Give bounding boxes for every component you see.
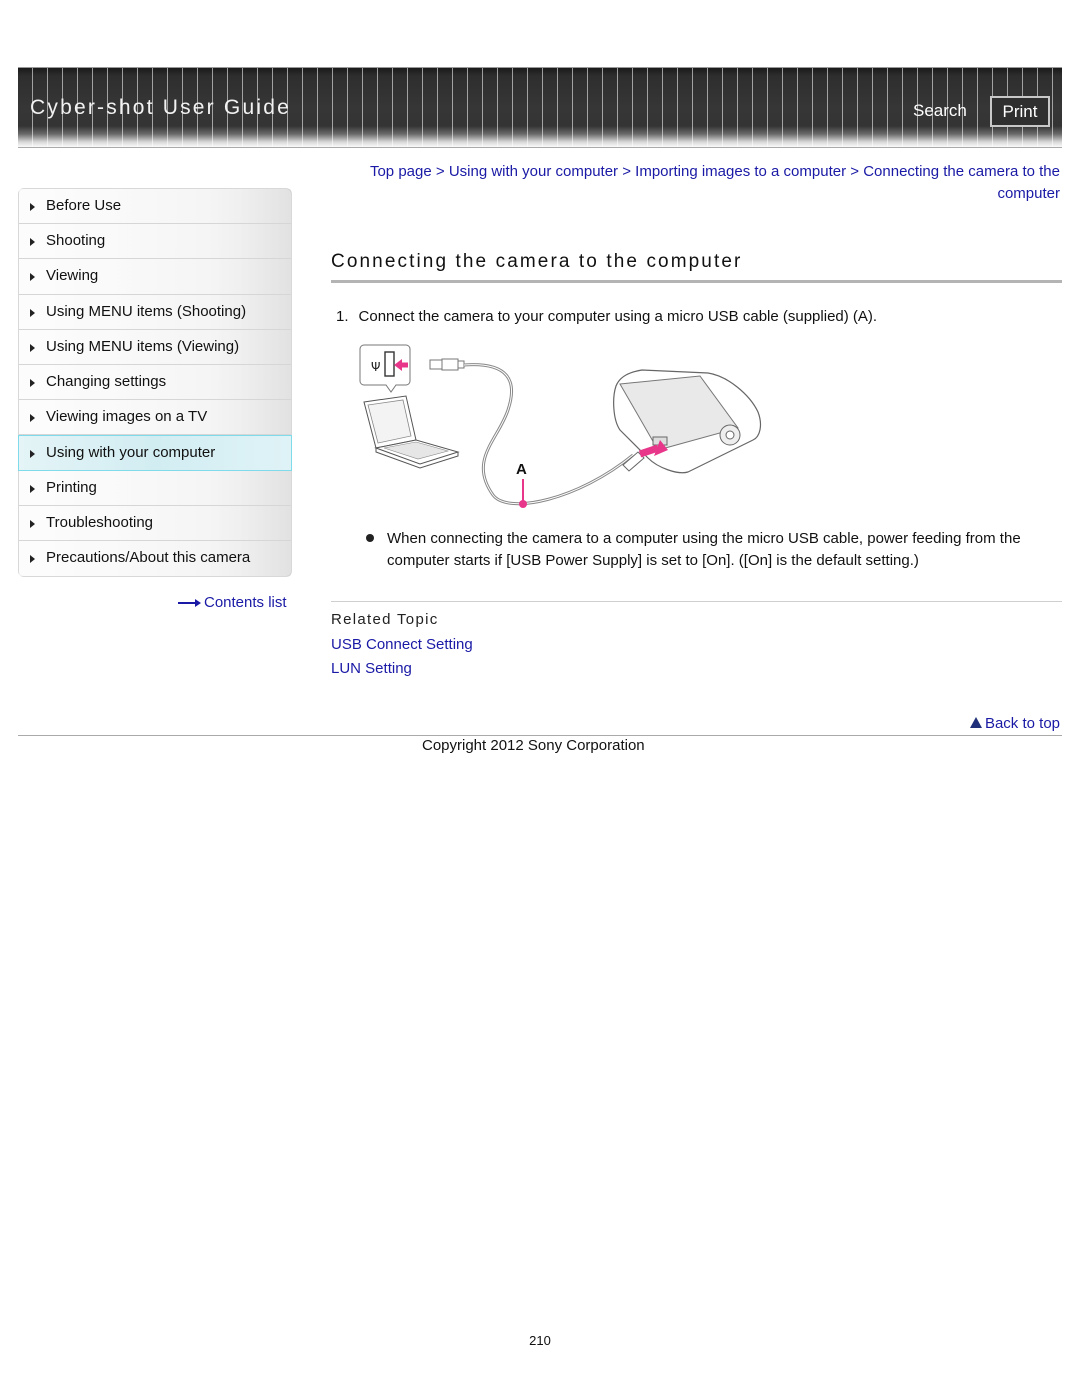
usb-connection-illustration: Ψ A [359, 344, 762, 508]
sidebar-item-label: Changing settings [46, 372, 167, 390]
sidebar-item-before-use[interactable]: Before Use [19, 189, 291, 225]
triangle-up-icon [969, 717, 982, 728]
sidebar-item-label: Using MENU items (Viewing) [46, 337, 240, 355]
breadcrumb-importing-images[interactable]: Importing images to a computer [635, 163, 846, 180]
breadcrumb: Top page > Using with your computer > Im… [340, 161, 1060, 204]
footer-divider [18, 735, 1062, 736]
breadcrumb-top-page[interactable]: Top page [370, 163, 432, 180]
breadcrumb-using-computer[interactable]: Using with your computer [449, 163, 618, 180]
caret-right-icon [30, 203, 35, 211]
sidebar-item-changing-settings[interactable]: Changing settings [19, 364, 291, 401]
sidebar-nav: Before Use Shooting Viewing Using MENU i… [18, 188, 292, 578]
usb-cable [463, 363, 634, 506]
callout-a-label: A [516, 461, 527, 478]
arrow-right-icon [178, 598, 202, 608]
related-link-usb-connect-setting[interactable]: USB Connect Setting [331, 636, 473, 653]
caret-right-icon [30, 450, 35, 459]
sidebar-item-menu-shooting[interactable]: Using MENU items (Shooting) [19, 294, 291, 330]
sidebar-item-viewing[interactable]: Viewing [19, 259, 291, 295]
sidebar-item-label: Printing [46, 478, 97, 496]
back-to-top-link[interactable]: Back to top [969, 715, 1060, 732]
related-link-lun-setting[interactable]: LUN Setting [331, 660, 412, 677]
callout-a: A [516, 461, 527, 508]
sidebar-item-label: Using with your computer [46, 444, 216, 462]
step-text: Connect the camera to your computer usin… [358, 308, 878, 325]
usb-port-callout: Ψ [359, 344, 411, 393]
header-divider [18, 147, 1062, 148]
site-header: Cyber-shot User Guide Search Print [18, 67, 1062, 148]
caret-right-icon [30, 238, 35, 247]
back-to-top-label: Back to top [984, 715, 1060, 732]
caret-right-icon [30, 378, 35, 387]
copyright-text: Copyright 2012 Sony Corporation [422, 737, 645, 754]
sidebar-item-shooting[interactable]: Shooting [19, 224, 291, 260]
sidebar-item-using-computer[interactable]: Using with your computer [18, 435, 292, 471]
related-divider [331, 601, 1062, 602]
sidebar-item-label: Precautions/About this camera [46, 548, 251, 566]
page-number: 210 [529, 1333, 551, 1348]
usb-port-icon [384, 351, 395, 377]
breadcrumb-separator: > [622, 163, 631, 180]
sidebar-item-precautions[interactable]: Precautions/About this camera [19, 540, 291, 577]
sidebar-item-troubleshooting[interactable]: Troubleshooting [19, 505, 291, 541]
breadcrumb-separator: > [850, 163, 860, 180]
title-divider [331, 280, 1062, 283]
sidebar-item-menu-viewing[interactable]: Using MENU items (Viewing) [19, 329, 291, 365]
bullet-icon [366, 534, 374, 542]
step-number: 1. [336, 308, 349, 325]
contents-list-label: Contents list [204, 594, 287, 611]
print-button[interactable]: Print [990, 96, 1050, 127]
usb-power-note: When connecting the camera to a computer… [366, 528, 1062, 571]
related-topic-heading: Related Topic [331, 611, 439, 628]
sidebar-item-label: Viewing images on a TV [46, 408, 208, 426]
breadcrumb-current-page[interactable]: Connecting the camera to the computer [863, 163, 1060, 202]
sidebar-item-label: Troubleshooting [46, 513, 154, 531]
caret-right-icon [30, 519, 35, 528]
laptop-icon [363, 395, 460, 469]
sidebar-item-label: Using MENU items (Shooting) [46, 302, 247, 320]
usb-plug-icon [429, 358, 465, 371]
search-button[interactable]: Search [913, 101, 967, 121]
sidebar-item-label: Before Use [46, 197, 122, 214]
site-title: Cyber-shot User Guide [30, 96, 291, 119]
contents-list-link[interactable]: Contents list [178, 594, 287, 611]
usb-symbol-icon: Ψ [371, 360, 380, 374]
caret-right-icon [30, 308, 35, 317]
caret-right-icon [30, 554, 35, 563]
note-text: When connecting the camera to a computer… [387, 530, 1021, 569]
sidebar-item-printing[interactable]: Printing [19, 470, 291, 506]
caret-right-icon [30, 273, 35, 282]
step-1: 1. Connect the camera to your computer us… [336, 308, 877, 325]
breadcrumb-separator: > [435, 163, 445, 180]
caret-right-icon [30, 343, 35, 352]
sidebar-item-label: Shooting [46, 232, 106, 250]
caret-right-icon [30, 484, 35, 493]
sidebar-item-label: Viewing [46, 267, 99, 285]
sidebar-item-viewing-tv[interactable]: Viewing images on a TV [19, 400, 291, 436]
caret-right-icon [30, 414, 35, 423]
page-title: Connecting the camera to the computer [331, 251, 743, 272]
